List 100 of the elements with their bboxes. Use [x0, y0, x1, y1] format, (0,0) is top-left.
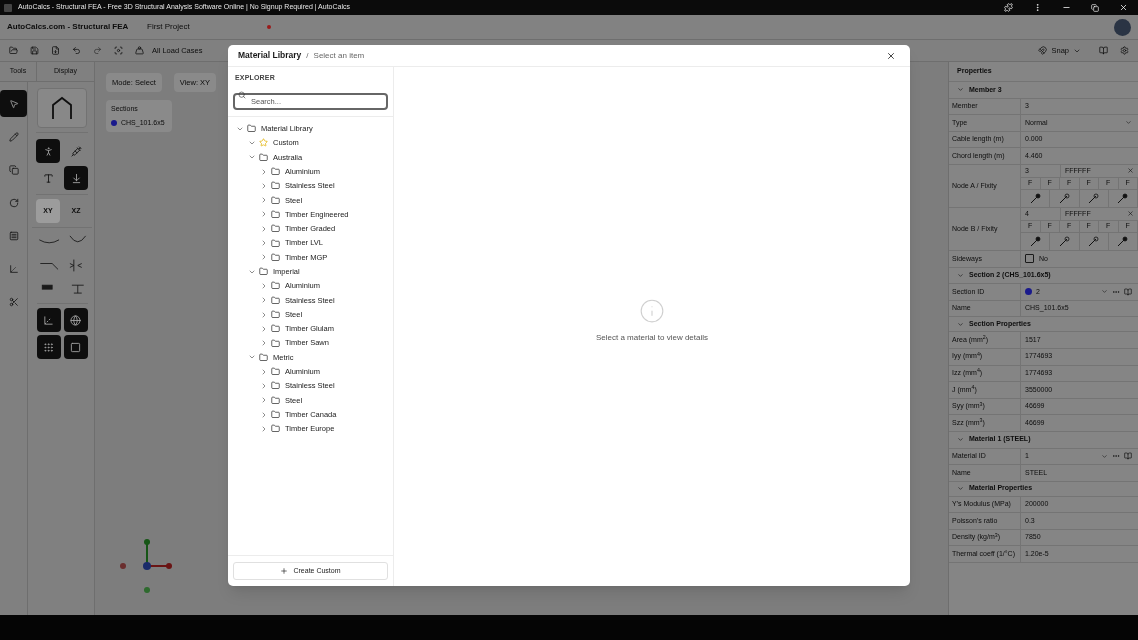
folder-icon	[271, 238, 280, 248]
star-icon	[259, 138, 268, 148]
dialog-title: Material Library	[238, 49, 302, 62]
folder-icon	[247, 124, 256, 134]
clear-icon[interactable]	[1127, 210, 1134, 218]
support-type-icon[interactable]	[1029, 192, 1041, 204]
menu-icon[interactable]	[1033, 3, 1042, 12]
project-name[interactable]: First Project	[147, 21, 267, 33]
dropdown-icon[interactable]	[1101, 452, 1108, 460]
folder-icon	[259, 267, 268, 277]
sphere-icon	[70, 314, 81, 326]
app-brand[interactable]: AutoCalcs.com - Structural FEA	[7, 21, 147, 33]
load-icon	[70, 172, 82, 184]
chevron-icon[interactable]	[957, 271, 964, 279]
extension-icon[interactable]	[1004, 3, 1013, 12]
display-toggle[interactable]	[36, 308, 61, 332]
display-toggle[interactable]	[36, 139, 60, 163]
folder-icon	[271, 224, 280, 234]
tool-button[interactable]	[0, 90, 27, 117]
support-type-icon[interactable]	[1029, 235, 1041, 247]
chevron-icon[interactable]	[957, 86, 964, 94]
magnet-icon	[1038, 46, 1048, 55]
close-icon[interactable]	[1119, 3, 1128, 12]
folder-icon	[259, 152, 268, 162]
support-type-icon[interactable]	[1117, 235, 1129, 247]
settings-icon[interactable]	[1120, 46, 1129, 55]
chevron-icon[interactable]	[957, 485, 964, 493]
display-toggle[interactable]	[63, 335, 88, 359]
info-icon	[639, 297, 665, 324]
display-toggle[interactable]	[64, 166, 88, 190]
support-type-icon[interactable]	[1117, 192, 1129, 204]
save-icon[interactable]	[30, 46, 39, 55]
chevron-icon[interactable]	[260, 281, 268, 290]
search-icon	[238, 91, 246, 99]
empty-state-message: Select a material to view details	[595, 331, 709, 344]
structure-preview[interactable]	[37, 88, 87, 128]
nodes-icon	[43, 341, 54, 353]
book-icon[interactable]	[1099, 46, 1108, 55]
book-icon[interactable]	[1124, 287, 1132, 296]
folder-icon	[271, 195, 280, 205]
chevron-icon[interactable]	[957, 436, 964, 444]
display-toggle[interactable]	[63, 308, 88, 332]
folder-icon	[271, 167, 280, 177]
plus-icon	[280, 567, 289, 575]
avatar[interactable]	[1114, 18, 1131, 36]
chevron-icon[interactable]	[260, 324, 268, 333]
clear-icon[interactable]	[1127, 167, 1134, 175]
folder-icon[interactable]	[9, 46, 18, 55]
chevron-icon[interactable]	[957, 320, 964, 328]
copy-icon	[8, 164, 19, 175]
chevron-icon[interactable]	[260, 253, 268, 262]
close-icon	[886, 50, 896, 61]
chevron-icon[interactable]	[260, 339, 268, 348]
weight-icon[interactable]	[135, 46, 144, 55]
chevron-icon[interactable]	[260, 424, 268, 433]
text-icon	[42, 172, 54, 184]
folder-icon	[259, 352, 268, 362]
folder-icon	[271, 424, 280, 434]
chevron-icon[interactable]	[260, 296, 268, 305]
pencil-icon	[8, 131, 19, 142]
axes-icon	[8, 263, 19, 274]
chevron-icon[interactable]	[260, 210, 268, 219]
support-type-icon[interactable]	[1058, 235, 1070, 247]
checkbox[interactable]	[1025, 254, 1034, 264]
folder-icon	[271, 381, 280, 391]
book-icon[interactable]	[1124, 452, 1132, 461]
chevron-icon[interactable]	[260, 239, 268, 247]
support-type-icon[interactable]	[1058, 192, 1070, 204]
folder-icon	[271, 281, 280, 291]
app-icon	[4, 3, 12, 12]
folder-icon	[271, 338, 280, 348]
support-type-icon[interactable]	[1088, 192, 1100, 204]
fit-view-icon[interactable]	[114, 46, 123, 55]
dropdown-icon[interactable]	[1101, 288, 1108, 296]
restore-icon[interactable]	[1091, 3, 1099, 12]
chevron-icon[interactable]	[260, 167, 268, 176]
chevron-icon[interactable]	[260, 396, 268, 405]
folder-icon	[271, 295, 280, 305]
undo-icon[interactable]	[72, 46, 81, 55]
folder-icon	[271, 367, 280, 377]
folder-icon	[271, 252, 280, 262]
rotate-icon	[8, 197, 19, 208]
folder-icon	[271, 209, 280, 219]
dropdown-icon[interactable]	[1125, 119, 1132, 127]
display-toggle[interactable]	[36, 335, 61, 359]
scissors-icon	[8, 296, 19, 307]
chevron-icon[interactable]	[260, 310, 268, 319]
chevron-icon[interactable]	[260, 196, 268, 205]
chevron-icon[interactable]	[260, 181, 268, 190]
redo-icon[interactable]	[93, 46, 102, 55]
folder-icon	[271, 181, 280, 191]
export-icon[interactable]	[51, 46, 60, 55]
support-type-icon[interactable]	[1088, 235, 1100, 247]
folder-icon	[271, 310, 280, 319]
chevron-icon[interactable]	[260, 410, 268, 419]
chevron-icon[interactable]	[260, 367, 268, 376]
chevron-icon[interactable]	[260, 224, 268, 233]
pointer-icon	[8, 98, 19, 109]
chevron-icon[interactable]	[260, 382, 268, 390]
panel-icon	[8, 230, 19, 241]
